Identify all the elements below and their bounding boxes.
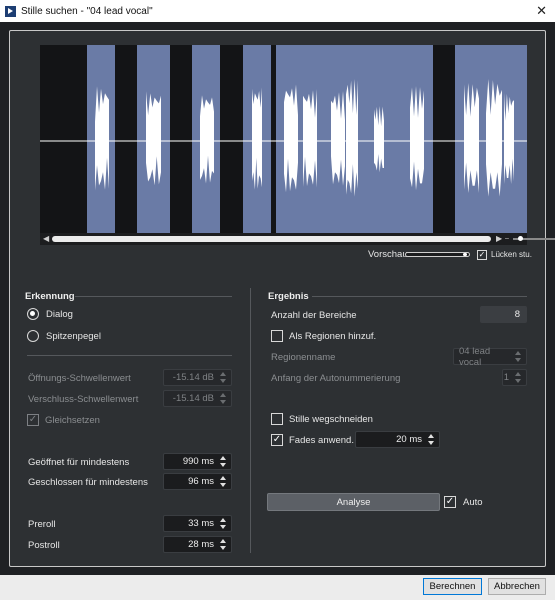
calculate-button[interactable]: Berechnen bbox=[423, 578, 482, 595]
close-threshold-value: -15.14 dB bbox=[172, 393, 214, 404]
fades-value: 20 ms bbox=[396, 434, 422, 445]
min-open-value: 990 ms bbox=[182, 456, 214, 467]
detection-title: Erkennung bbox=[25, 291, 75, 302]
preroll-label: Preroll bbox=[28, 519, 56, 530]
scroll-right-icon[interactable]: ▶ bbox=[496, 233, 502, 245]
preroll-field[interactable]: 33 ms bbox=[163, 515, 232, 532]
gaps-checkbox[interactable]: ✓ bbox=[477, 250, 487, 260]
auto-label: Auto bbox=[463, 497, 483, 508]
play-icon bbox=[5, 5, 16, 17]
region-name-value: 04 lead vocal bbox=[459, 345, 491, 368]
cut-silence-label: Stille wegschneiden bbox=[289, 414, 373, 425]
min-open-spinner-icon[interactable] bbox=[220, 456, 227, 467]
postroll-spinner-icon[interactable] bbox=[220, 539, 227, 550]
waveform-burst bbox=[331, 91, 345, 186]
radio-dialog-label: Dialog bbox=[46, 309, 73, 320]
waveform-burst bbox=[486, 79, 502, 197]
waveform-scrollbar[interactable]: ◀ ▶ – + bbox=[40, 233, 555, 245]
zoom-slider-knob[interactable] bbox=[518, 236, 523, 241]
fades-checkbox[interactable]: ✓ bbox=[271, 434, 283, 446]
window-title: Stille suchen - "04 lead vocal" bbox=[21, 5, 153, 17]
zoom-out-icon[interactable]: – bbox=[505, 233, 509, 245]
region-name-field: 04 lead vocal bbox=[453, 345, 527, 368]
open-threshold-value: -15.14 dB bbox=[172, 372, 214, 383]
equalize-checkbox: ✓ bbox=[27, 414, 39, 426]
close-threshold-label: Verschluss-Schwellenwert bbox=[28, 394, 139, 405]
cut-silence-checkbox[interactable] bbox=[271, 413, 283, 425]
min-open-label: Geöffnet für mindestens bbox=[28, 457, 130, 468]
detection-separator bbox=[27, 355, 232, 356]
open-threshold-field: -15.14 dB bbox=[163, 369, 232, 386]
preview-label: Vorschau bbox=[368, 249, 408, 260]
close-icon[interactable]: ✕ bbox=[536, 3, 547, 19]
min-closed-spinner-icon[interactable] bbox=[220, 476, 227, 487]
min-closed-label: Geschlossen für mindestens bbox=[28, 477, 148, 488]
preroll-spinner-icon[interactable] bbox=[220, 518, 227, 529]
cancel-button[interactable]: Abbrechen bbox=[488, 578, 546, 595]
waveform-display[interactable] bbox=[40, 45, 527, 233]
postroll-value: 28 ms bbox=[188, 539, 214, 550]
numbering-label: Anfang der Autonummerierung bbox=[271, 373, 401, 384]
region-name-label: Regionenname bbox=[271, 352, 336, 363]
postroll-field[interactable]: 28 ms bbox=[163, 536, 232, 553]
waveform-burst bbox=[284, 84, 298, 193]
result-divider bbox=[312, 296, 527, 297]
equalize-label: Gleichsetzen bbox=[45, 415, 100, 426]
as-regions-label: Als Regionen hinzuf. bbox=[289, 331, 377, 342]
preview-slider[interactable] bbox=[405, 252, 470, 257]
numbering-field: 1 bbox=[502, 369, 527, 386]
fades-field[interactable]: 20 ms bbox=[355, 431, 440, 448]
fades-spinner-icon[interactable] bbox=[428, 434, 435, 445]
analyse-button[interactable]: Analyse bbox=[267, 493, 440, 511]
open-threshold-spinner-icon bbox=[220, 372, 227, 383]
section-divider bbox=[250, 288, 251, 553]
scroll-thumb[interactable] bbox=[52, 236, 491, 242]
gaps-label: Lücken stu. bbox=[491, 250, 532, 259]
radio-dialog[interactable] bbox=[27, 308, 39, 320]
min-closed-value: 96 ms bbox=[188, 476, 214, 487]
min-open-field[interactable]: 990 ms bbox=[163, 453, 232, 470]
radio-peak-label: Spitzenpegel bbox=[46, 331, 101, 342]
waveform-canvas bbox=[40, 45, 527, 233]
title-bar: Stille suchen - "04 lead vocal" ✕ bbox=[0, 0, 555, 22]
preroll-value: 33 ms bbox=[188, 518, 214, 529]
scroll-left-icon[interactable]: ◀ bbox=[43, 233, 49, 245]
numbering-value: 1 bbox=[503, 372, 509, 383]
open-threshold-label: Öffnungs-Schwellenwert bbox=[28, 373, 131, 384]
close-threshold-field: -15.14 dB bbox=[163, 390, 232, 407]
numbering-spinner-icon bbox=[515, 372, 522, 383]
postroll-label: Postroll bbox=[28, 540, 60, 551]
region-count-field: 8 bbox=[480, 306, 527, 323]
radio-peak[interactable] bbox=[27, 330, 39, 342]
fades-label: Fades anwend. bbox=[289, 435, 354, 446]
as-regions-checkbox[interactable] bbox=[271, 330, 283, 342]
preview-slider-knob[interactable] bbox=[463, 253, 467, 256]
region-count-value: 8 bbox=[514, 309, 520, 320]
auto-checkbox[interactable]: ✓ bbox=[444, 496, 456, 508]
close-threshold-spinner-icon bbox=[220, 393, 227, 404]
result-title: Ergebnis bbox=[268, 291, 309, 302]
region-count-label: Anzahl der Bereiche bbox=[271, 310, 357, 321]
min-closed-field[interactable]: 96 ms bbox=[163, 473, 232, 490]
region-name-spinner-icon bbox=[515, 351, 522, 362]
detection-divider bbox=[75, 296, 232, 297]
